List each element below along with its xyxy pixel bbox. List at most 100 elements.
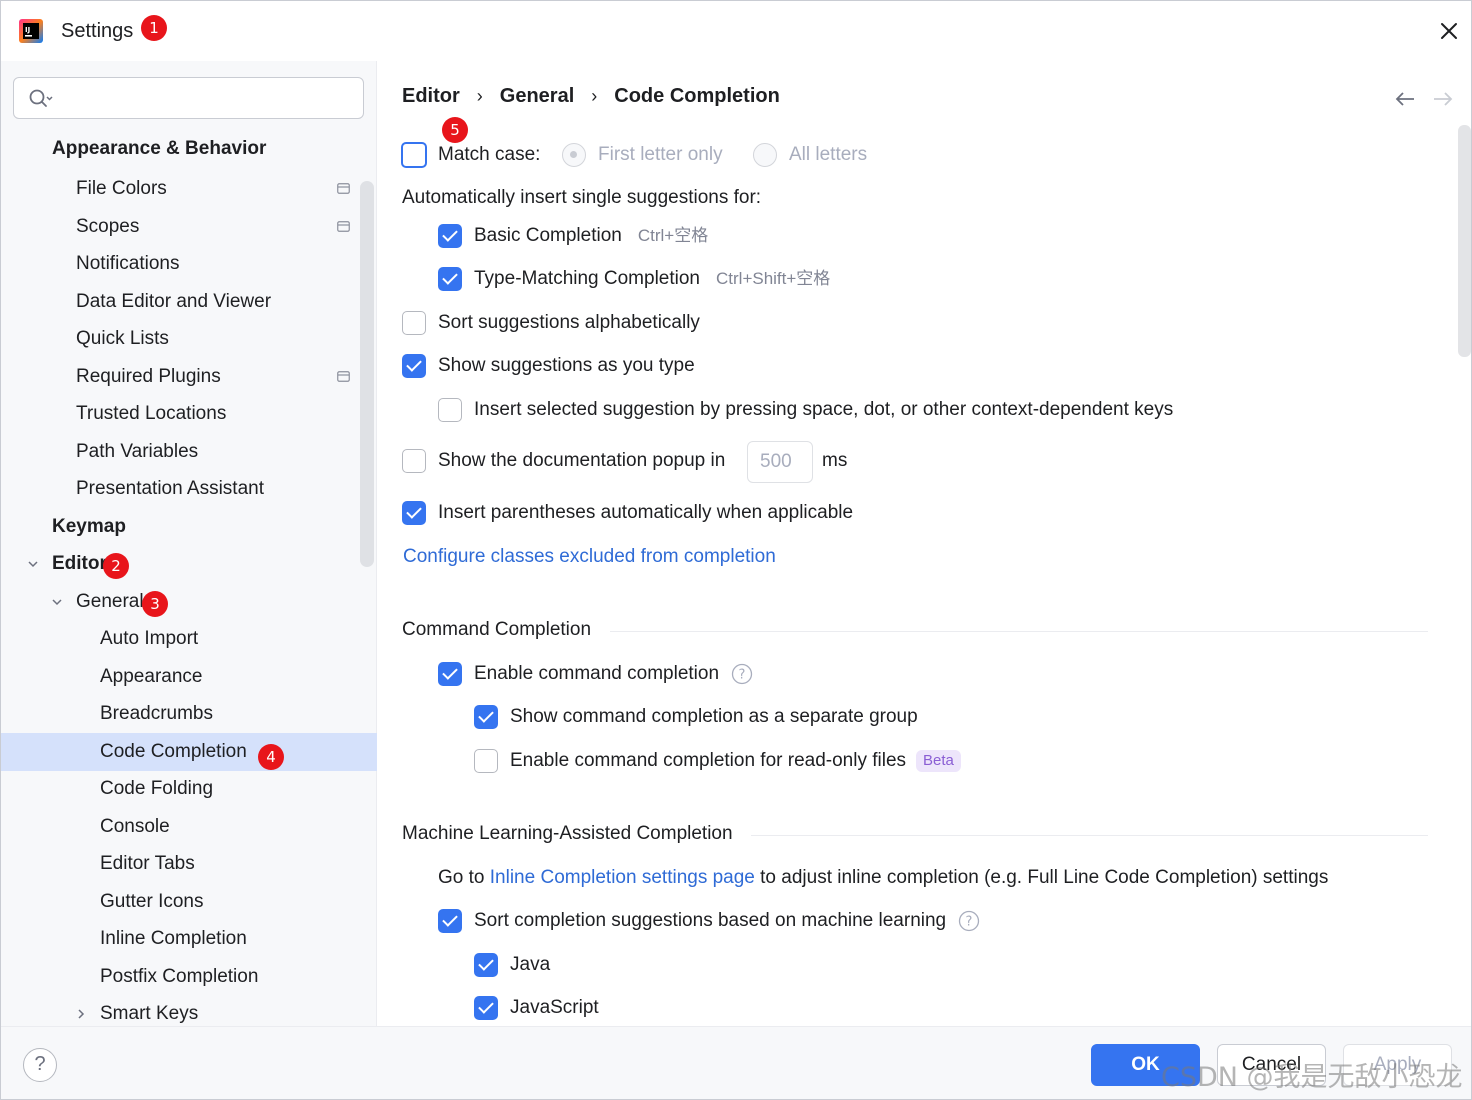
- breadcrumb-code-completion: Code Completion: [614, 85, 780, 108]
- sidebar-item-label: Path Variables: [76, 441, 199, 462]
- chevron-right-icon[interactable]: [75, 1008, 87, 1020]
- dialog-footer: ? OK Cancel Apply: [1, 1026, 1471, 1099]
- match-case-checkbox[interactable]: [401, 142, 427, 168]
- ml-completion-heading: Machine Learning-Assisted Completion: [402, 823, 733, 844]
- svg-text:?: ?: [966, 914, 973, 929]
- sidebar-item-trusted-locations[interactable]: Trusted Locations: [1, 395, 377, 433]
- sidebar-item-code-completion[interactable]: Code Completion: [1, 733, 377, 771]
- ml-javascript-checkbox[interactable]: [474, 996, 498, 1020]
- apply-button[interactable]: Apply: [1343, 1044, 1452, 1086]
- help-circle-icon[interactable]: ?: [958, 910, 980, 932]
- title-bar: IJ Settings 1: [1, 1, 1471, 61]
- inline-completion-settings-link[interactable]: Inline Completion settings page: [490, 867, 755, 888]
- sidebar-item-code-folding[interactable]: Code Folding: [1, 770, 377, 808]
- help-button[interactable]: ?: [23, 1048, 57, 1082]
- doc-popup-unit: ms: [822, 450, 848, 471]
- sidebar-item-auto-import[interactable]: Auto Import: [1, 620, 377, 658]
- insert-selected-checkbox[interactable]: [438, 398, 462, 422]
- sidebar-item-required-plugins[interactable]: Required Plugins: [1, 358, 377, 396]
- sidebar-item-label: Data Editor and Viewer: [76, 291, 272, 312]
- read-only-text: Enable command completion for read-only …: [510, 746, 961, 776]
- separate-group-label: Show command completion as a separate gr…: [510, 706, 918, 727]
- sort-ml-checkbox[interactable]: [438, 909, 462, 933]
- section-divider: [751, 835, 1428, 836]
- sidebar-item-postfix-completion[interactable]: Postfix Completion: [1, 958, 377, 996]
- search-input[interactable]: [62, 84, 352, 112]
- sidebar-item-inline-completion[interactable]: Inline Completion: [1, 920, 377, 958]
- breadcrumb-general[interactable]: General: [500, 85, 574, 108]
- sort-alpha-checkbox[interactable]: [402, 311, 426, 335]
- sidebar-item-label: Appearance & Behavior: [52, 138, 267, 159]
- first-letter-only-radio[interactable]: [562, 143, 586, 167]
- search-icon[interactable]: [28, 88, 54, 110]
- sidebar-item-scopes[interactable]: Scopes: [1, 208, 377, 246]
- close-icon[interactable]: [1435, 17, 1463, 45]
- chevron-down-icon[interactable]: [51, 596, 63, 608]
- beta-badge: Beta: [916, 749, 961, 772]
- insert-parens-checkbox[interactable]: [402, 501, 426, 525]
- sidebar-item-gutter-icons[interactable]: Gutter Icons: [1, 883, 377, 921]
- ml-go-to-rest: to adjust inline completion (e.g. Full L…: [760, 867, 1329, 888]
- annotation-marker-1: 1: [141, 15, 167, 41]
- sidebar-item-path-variables[interactable]: Path Variables: [1, 433, 377, 471]
- sidebar-item-appearance[interactable]: Appearance: [1, 658, 377, 696]
- configure-excluded-classes-link[interactable]: Configure classes excluded from completi…: [403, 542, 776, 572]
- sidebar-item-label: General: [76, 591, 144, 612]
- content-scrollbar[interactable]: [1458, 125, 1471, 357]
- back-arrow-icon[interactable]: [1394, 89, 1416, 109]
- doc-popup-delay-input[interactable]: 500: [747, 441, 813, 483]
- section-divider: [610, 631, 1428, 632]
- auto-insert-heading: Automatically insert single suggestions …: [402, 187, 762, 208]
- sidebar-item-keymap[interactable]: Keymap: [1, 508, 377, 546]
- read-only-checkbox[interactable]: [474, 749, 498, 773]
- enable-command-label: Enable command completion: [474, 663, 720, 684]
- sidebar-item-appearance-behavior[interactable]: Appearance & Behavior: [1, 130, 377, 168]
- sidebar-scrollbar[interactable]: [360, 181, 374, 567]
- sidebar-item-label: Breadcrumbs: [100, 703, 213, 724]
- sidebar-item-console[interactable]: Console: [1, 808, 377, 846]
- ml-javascript-label: JavaScript: [510, 997, 599, 1018]
- all-letters-radio[interactable]: [753, 143, 777, 167]
- breadcrumb-editor[interactable]: Editor: [402, 85, 460, 108]
- sidebar-item-label: Console: [100, 816, 170, 837]
- sidebar-item-label: Required Plugins: [76, 366, 221, 387]
- sidebar-item-label: Editor: [52, 553, 107, 574]
- ok-button[interactable]: OK: [1091, 1044, 1200, 1086]
- insert-selected-label: Insert selected suggestion by pressing s…: [474, 399, 1174, 420]
- sidebar-item-presentation-assistant[interactable]: Presentation Assistant: [1, 470, 377, 508]
- sidebar-item-editor[interactable]: Editor: [1, 545, 377, 583]
- settings-content: Editor › General › Code Completion 5 Match c…: [378, 61, 1471, 1026]
- settings-search-box[interactable]: [13, 77, 364, 119]
- sidebar-item-label: Keymap: [52, 516, 126, 537]
- sidebar-item-general[interactable]: General: [1, 583, 377, 621]
- separate-group-checkbox[interactable]: [474, 705, 498, 729]
- sidebar-item-editor-tabs[interactable]: Editor Tabs: [1, 845, 377, 883]
- intellij-logo-icon: IJ: [19, 19, 43, 43]
- type-matching-shortcut: Ctrl+Shift+空格: [716, 269, 831, 288]
- basic-completion-checkbox[interactable]: [438, 224, 462, 248]
- type-matching-text: Type-Matching Completion Ctrl+Shift+空格: [474, 264, 830, 294]
- sort-ml-label: Sort completion suggestions based on mac…: [474, 910, 947, 931]
- chevron-down-icon[interactable]: [27, 558, 39, 570]
- sidebar-item-data-editor[interactable]: Data Editor and Viewer: [1, 283, 377, 321]
- sidebar-item-notifications[interactable]: Notifications: [1, 245, 377, 283]
- show-as-type-checkbox[interactable]: [402, 354, 426, 378]
- type-matching-checkbox[interactable]: [438, 267, 462, 291]
- breadcrumb-separator-icon: ›: [591, 86, 598, 107]
- ml-go-to-text: Go to Inline Completion settings page to…: [438, 863, 1328, 893]
- sidebar-item-label: Editor Tabs: [100, 853, 195, 874]
- enable-command-checkbox[interactable]: [438, 662, 462, 686]
- ml-java-checkbox[interactable]: [474, 953, 498, 977]
- cancel-button[interactable]: Cancel: [1217, 1044, 1326, 1086]
- doc-popup-checkbox[interactable]: [402, 449, 426, 473]
- help-circle-icon[interactable]: ?: [731, 663, 753, 685]
- sidebar-item-breadcrumbs[interactable]: Breadcrumbs: [1, 695, 377, 733]
- forward-arrow-icon[interactable]: [1432, 89, 1454, 109]
- sidebar-item-label: Code Folding: [100, 778, 214, 799]
- project-level-icon: [337, 183, 350, 194]
- sidebar-item-quick-lists[interactable]: Quick Lists: [1, 320, 377, 358]
- sidebar-item-file-colors[interactable]: File Colors: [1, 170, 377, 208]
- doc-popup-label: Show the documentation popup in: [438, 450, 726, 471]
- annotation-marker-4: 4: [258, 744, 284, 770]
- svg-text:?: ?: [739, 667, 746, 682]
